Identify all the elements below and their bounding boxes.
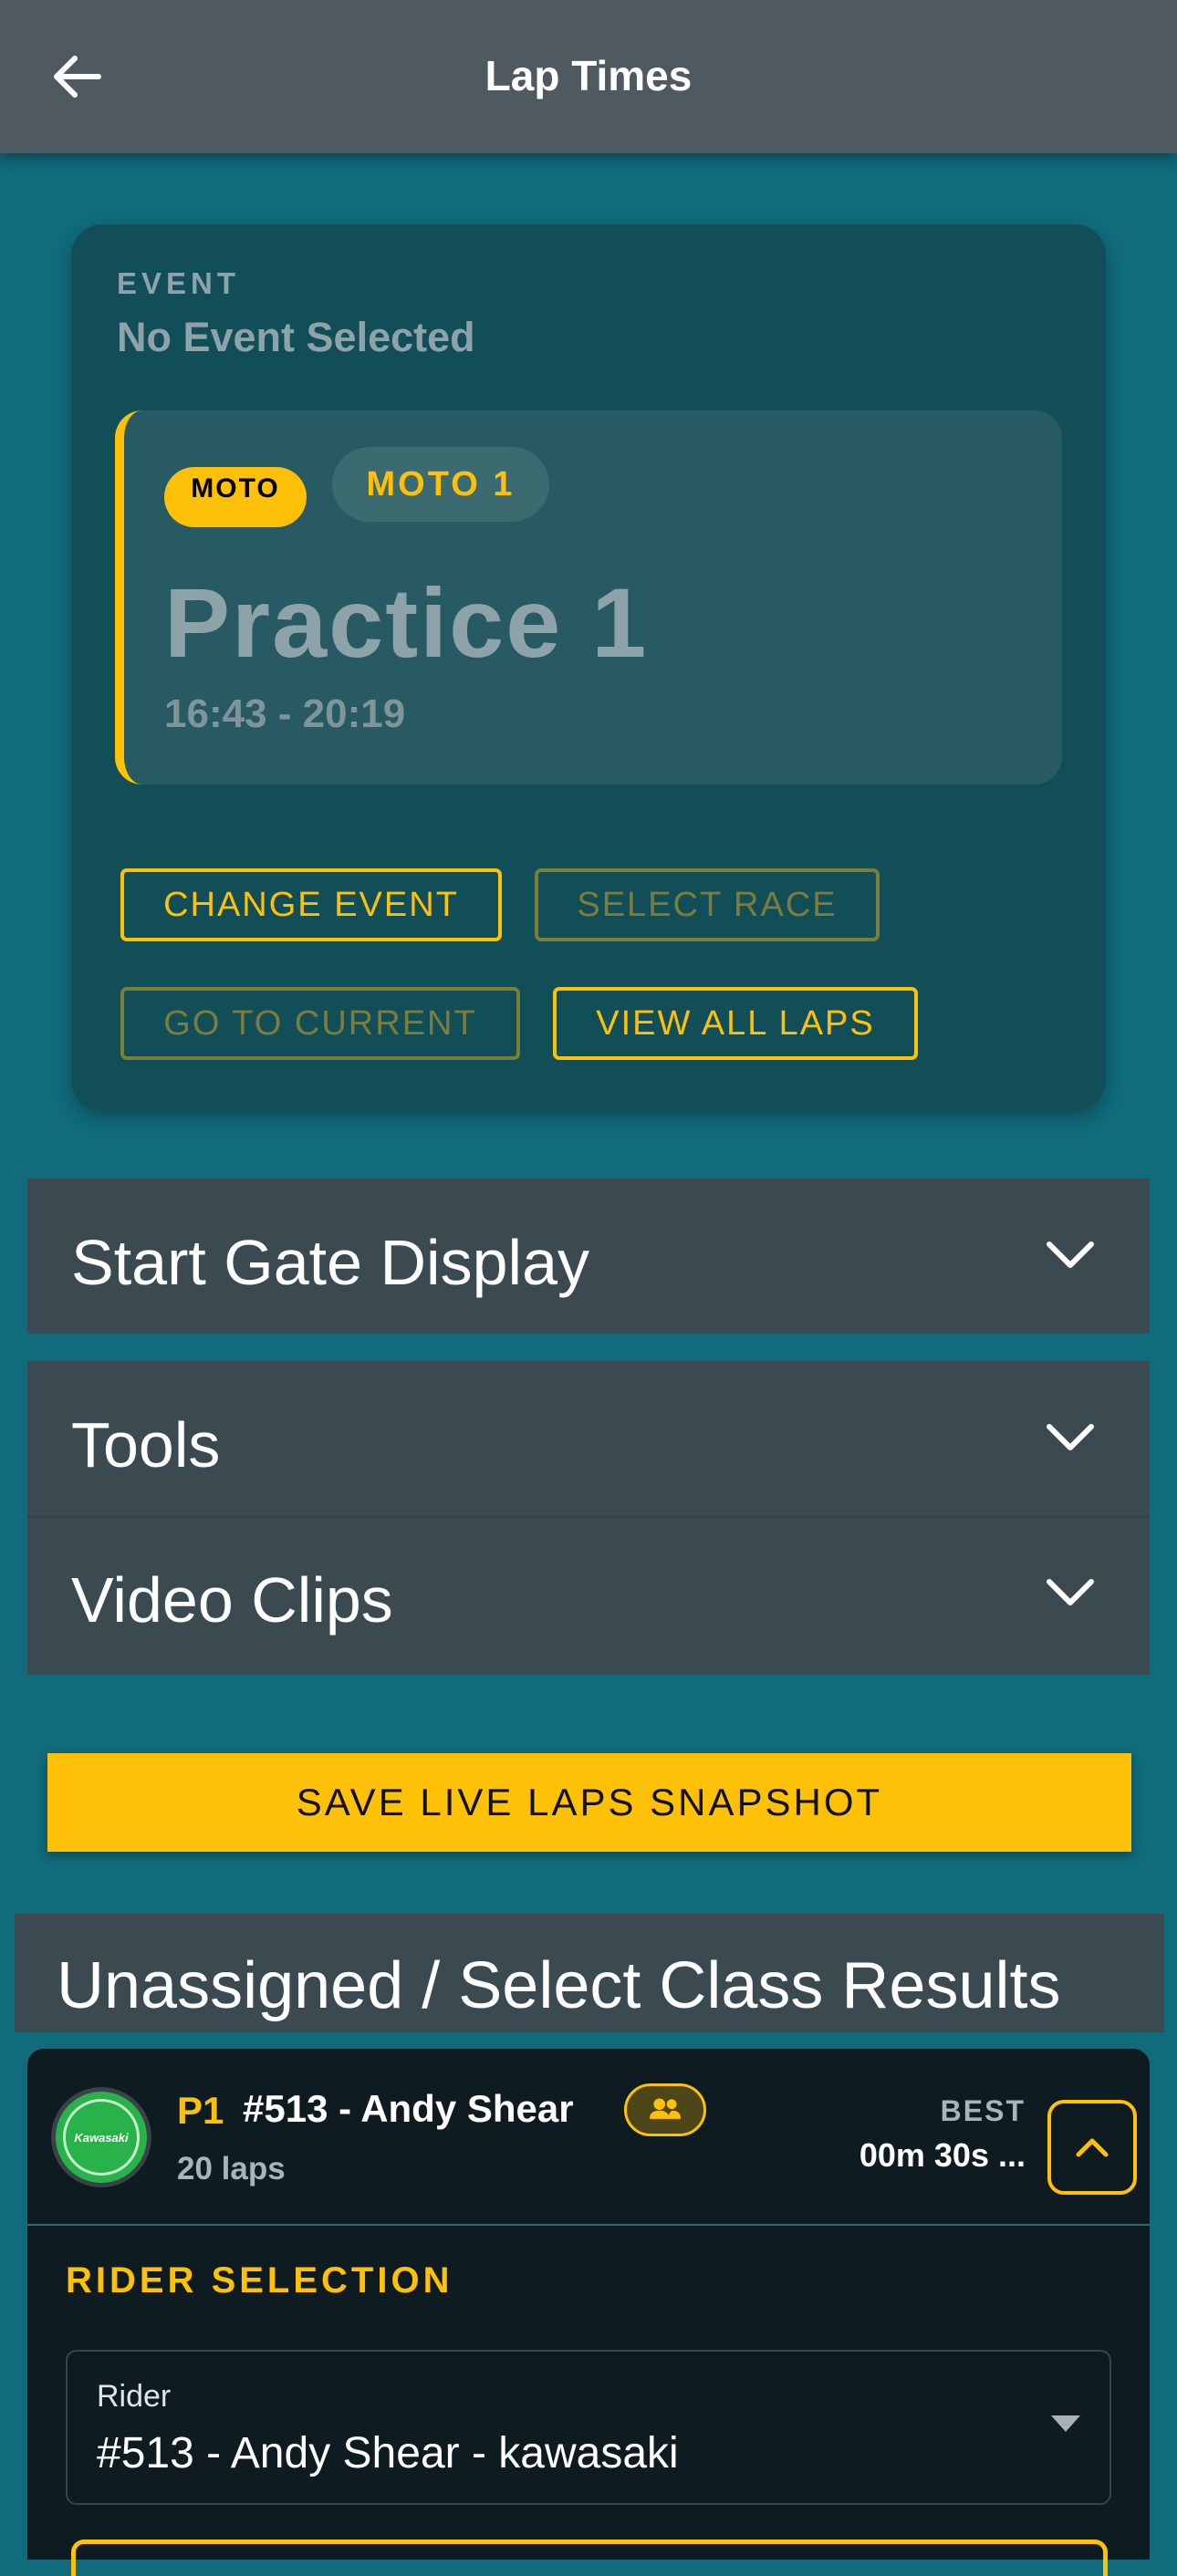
chevron-up-icon xyxy=(1076,2138,1109,2157)
page-title: Lap Times xyxy=(484,52,693,99)
event-card: EVENT No Event Selected MOTO MOTO 1 Prac… xyxy=(71,224,1106,1111)
video-clips-label: Video Clips xyxy=(71,1564,393,1636)
chevron-down-icon xyxy=(1047,1579,1094,1605)
save-live-laps-snapshot-button[interactable]: SAVE LIVE LAPS SNAPSHOT xyxy=(47,1753,1131,1852)
kawasaki-logo: Kawasaki xyxy=(51,2087,151,2187)
logo-text: Kawasaki xyxy=(74,2130,129,2145)
rider-laps: 20 laps xyxy=(177,2151,286,2186)
race-type-badge: MOTO xyxy=(164,467,307,527)
tools-accordion[interactable]: Tools xyxy=(27,1361,1150,1516)
chevron-down-icon xyxy=(1047,1424,1094,1450)
tools-video-accordion-group: Tools Video Clips xyxy=(27,1361,1150,1675)
rider-position: P1 xyxy=(177,2089,224,2132)
collapse-button[interactable] xyxy=(1047,2100,1137,2195)
group-chip[interactable] xyxy=(624,2083,706,2136)
rider-card: Kawasaki P1 #513 - Andy Shear 20 laps BE… xyxy=(27,2049,1150,2576)
results-title: Unassigned / Select Class Results xyxy=(57,1949,1061,2022)
app-bar: Lap Times xyxy=(0,0,1177,153)
rider-summary-row[interactable]: Kawasaki P1 #513 - Andy Shear 20 laps BE… xyxy=(27,2049,1150,2226)
rider-name: #513 - Andy Shear xyxy=(243,2087,574,2130)
race-time: 16:43 - 20:19 xyxy=(164,691,406,736)
go-to-current-button[interactable]: GO TO CURRENT xyxy=(120,987,520,1060)
start-gate-label: Start Gate Display xyxy=(71,1227,589,1298)
best-time: 00m 30s ... xyxy=(859,2136,1026,2174)
moto-badge: MOTO 1 xyxy=(332,447,549,522)
race-card[interactable]: MOTO MOTO 1 Practice 1 16:43 - 20:19 xyxy=(115,410,1062,784)
rider-select-value: #513 - Andy Shear - kawasaki xyxy=(97,2429,679,2477)
best-label: BEST xyxy=(940,2094,1026,2127)
view-all-laps-button[interactable]: VIEW ALL LAPS xyxy=(553,987,918,1060)
partial-button[interactable] xyxy=(71,2540,1108,2576)
people-icon xyxy=(649,2098,682,2119)
rider-selection-title: RIDER SELECTION xyxy=(66,2260,453,2301)
event-value: No Event Selected xyxy=(117,314,475,360)
race-name: Practice 1 xyxy=(164,567,649,678)
change-event-button[interactable]: CHANGE EVENT xyxy=(120,868,502,941)
select-race-button[interactable]: SELECT RACE xyxy=(535,868,880,941)
video-clips-accordion[interactable]: Video Clips xyxy=(27,1518,1150,1675)
chevron-down-icon xyxy=(1047,1241,1094,1268)
event-label: EVENT xyxy=(117,266,241,300)
rider-select-label: Rider xyxy=(97,2379,172,2414)
rider-select[interactable]: Rider #513 - Andy Shear - kawasaki xyxy=(66,2350,1111,2505)
dropdown-caret-icon xyxy=(1051,2415,1080,2432)
tools-label: Tools xyxy=(71,1409,221,1480)
start-gate-accordion[interactable]: Start Gate Display xyxy=(27,1179,1150,1334)
results-header: Unassigned / Select Class Results xyxy=(15,1914,1164,2032)
